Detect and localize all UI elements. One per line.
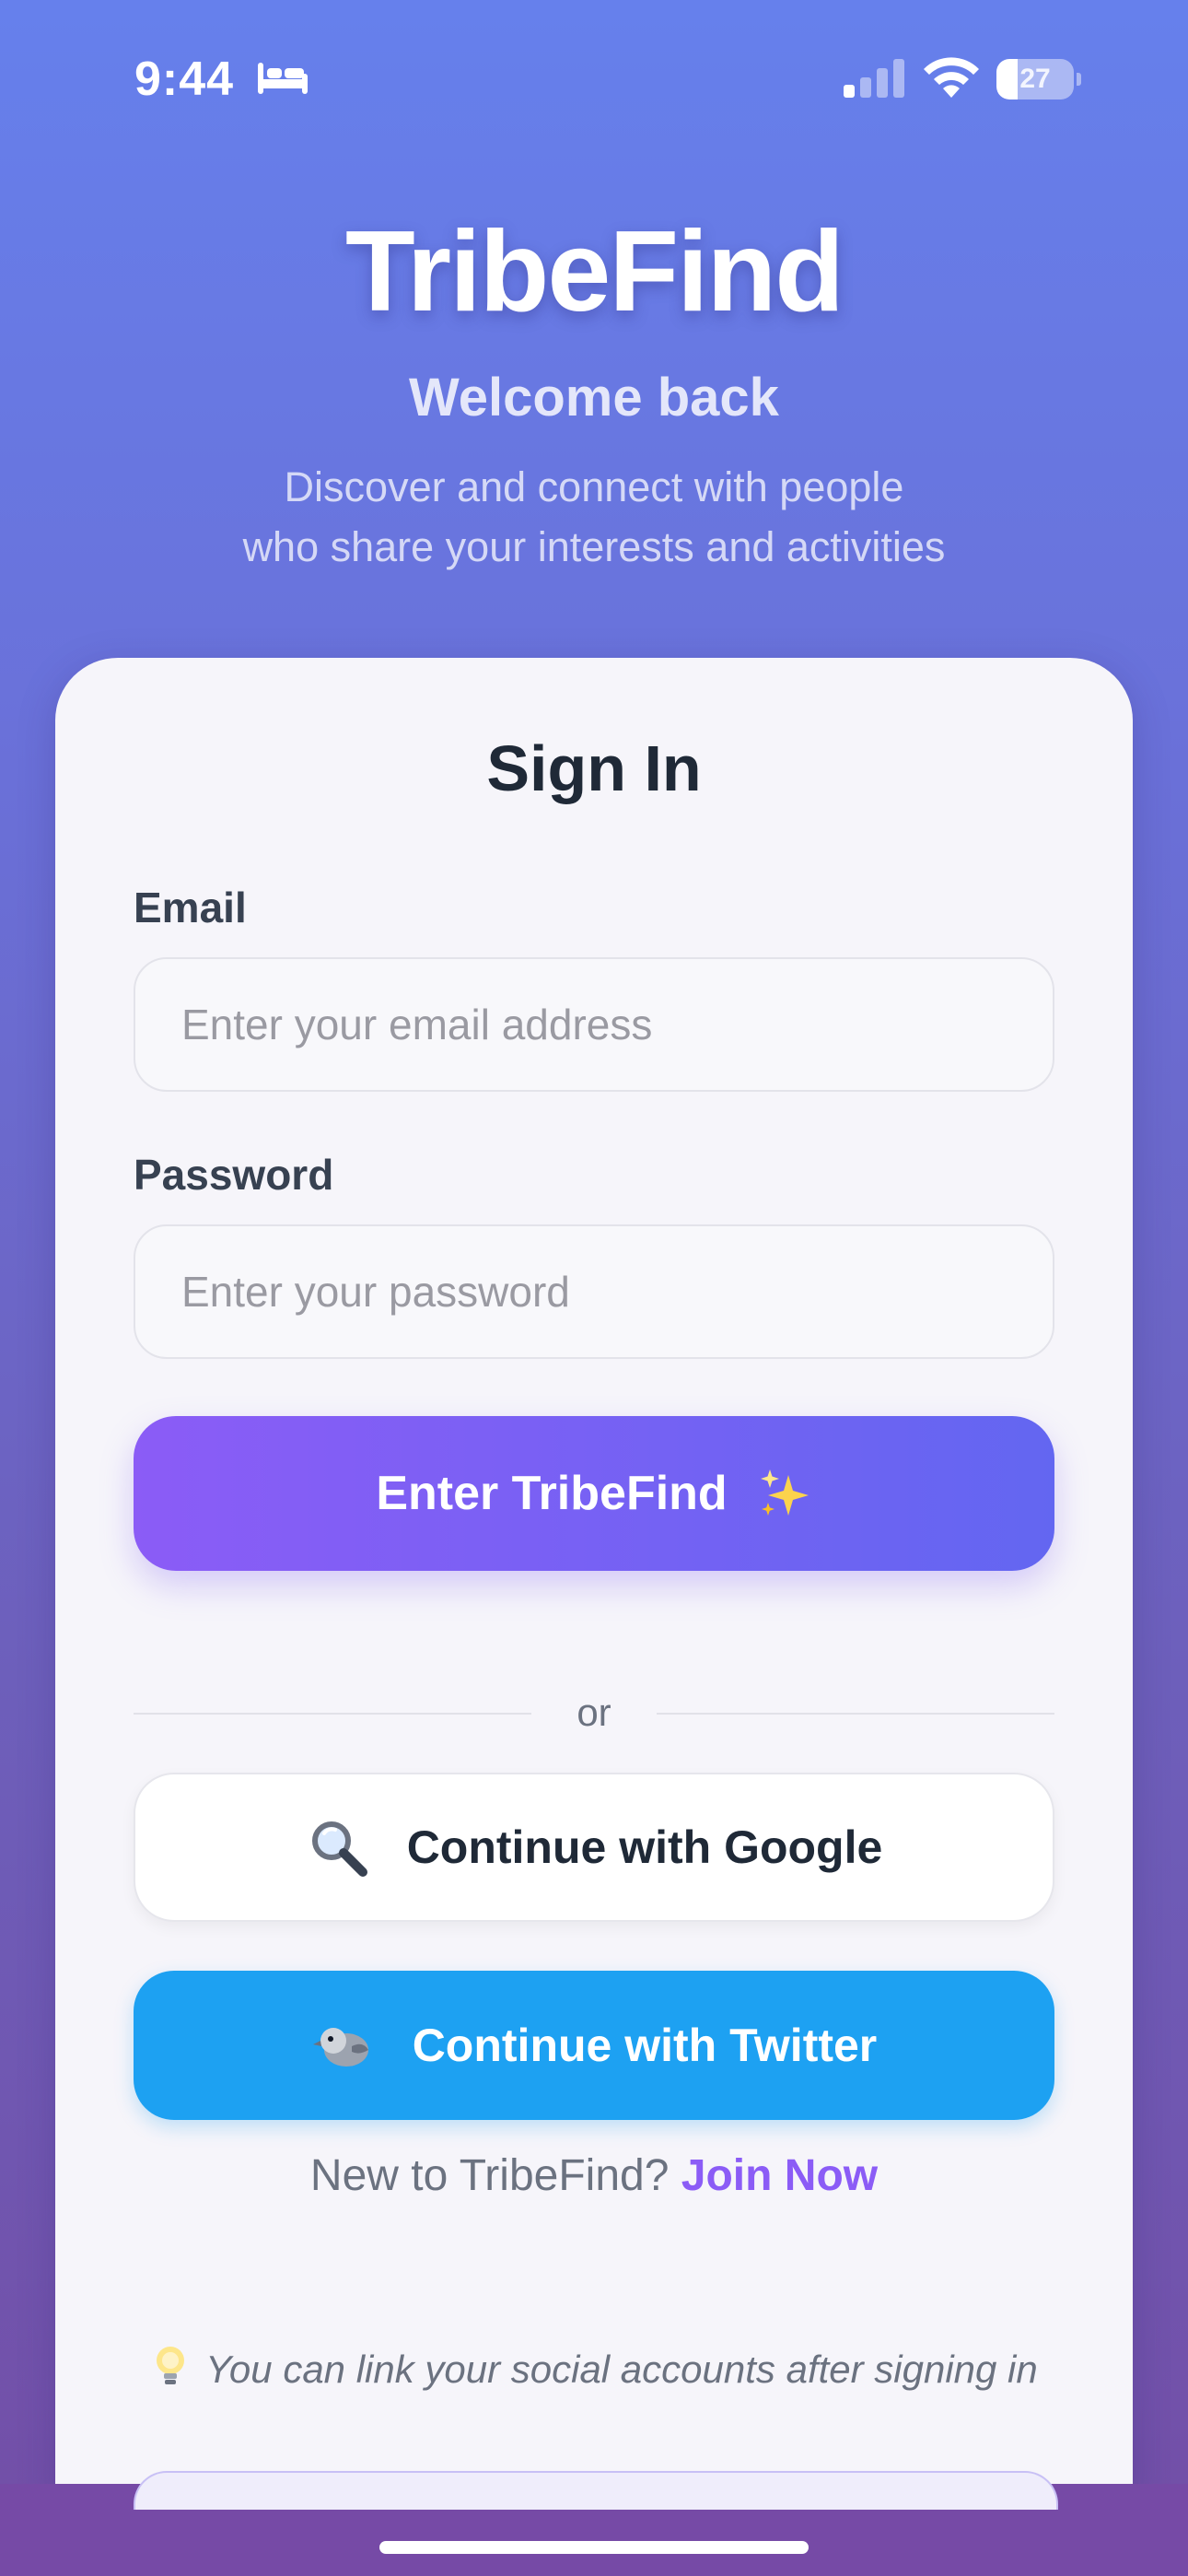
lightbulb-icon xyxy=(157,2347,185,2384)
join-now-link[interactable]: Join Now xyxy=(681,2151,878,2200)
status-time: 9:44 xyxy=(134,53,235,106)
continue-with-google-button[interactable]: Continue with Google xyxy=(134,1773,1054,1922)
home-indicator[interactable] xyxy=(379,2541,809,2554)
wifi-icon xyxy=(924,57,979,98)
battery-body: 27 xyxy=(996,59,1074,100)
continue-with-twitter-button[interactable]: Continue with Twitter xyxy=(134,1971,1054,2120)
email-field[interactable] xyxy=(134,957,1054,1092)
sleep-bed-icon xyxy=(258,63,308,94)
cellular-signal-icon xyxy=(844,59,904,98)
magnifying-glass-icon xyxy=(311,1821,367,1877)
social-link-tip: You can link your social accounts after … xyxy=(134,2344,1054,2393)
subtitle-line-1: Discover and connect with people xyxy=(284,463,904,510)
email-label: Email xyxy=(134,884,247,931)
enter-tribefind-label: Enter TribeFind xyxy=(376,1467,728,1520)
or-divider: or xyxy=(134,1691,1054,1734)
app-title: TribeFind xyxy=(345,208,844,335)
sign-in-title: Sign In xyxy=(486,732,702,804)
sparkles-icon xyxy=(760,1469,809,1516)
password-field[interactable] xyxy=(134,1224,1054,1359)
join-prompt: New to TribeFind? xyxy=(309,2151,670,2200)
password-label: Password xyxy=(134,1151,334,1199)
welcome-heading: Welcome back xyxy=(409,368,779,427)
battery-tip xyxy=(1077,73,1081,86)
battery-level: 27 xyxy=(1019,64,1051,94)
google-button-label: Continue with Google xyxy=(406,1821,883,1873)
partially-visible-element xyxy=(134,2471,1058,2510)
enter-tribefind-button[interactable]: Enter TribeFind xyxy=(134,1416,1054,1571)
sign-in-card: Sign In Email Password Enter TribeFind o… xyxy=(55,658,1133,2500)
battery-icon: 27 xyxy=(996,59,1081,100)
twitter-button-label: Continue with Twitter xyxy=(412,2020,878,2071)
app-subtitle: Discover and connect with people who sha… xyxy=(0,457,1188,577)
join-row: New to TribeFind? Join Now xyxy=(55,2150,1133,2201)
status-bar: 9:44 27 xyxy=(0,0,1188,157)
divider-text: or xyxy=(577,1691,611,1734)
tip-text: You can link your social accounts after … xyxy=(205,2348,1038,2391)
subtitle-line-2: who share your interests and activities xyxy=(242,523,946,570)
bird-icon xyxy=(312,2028,368,2067)
